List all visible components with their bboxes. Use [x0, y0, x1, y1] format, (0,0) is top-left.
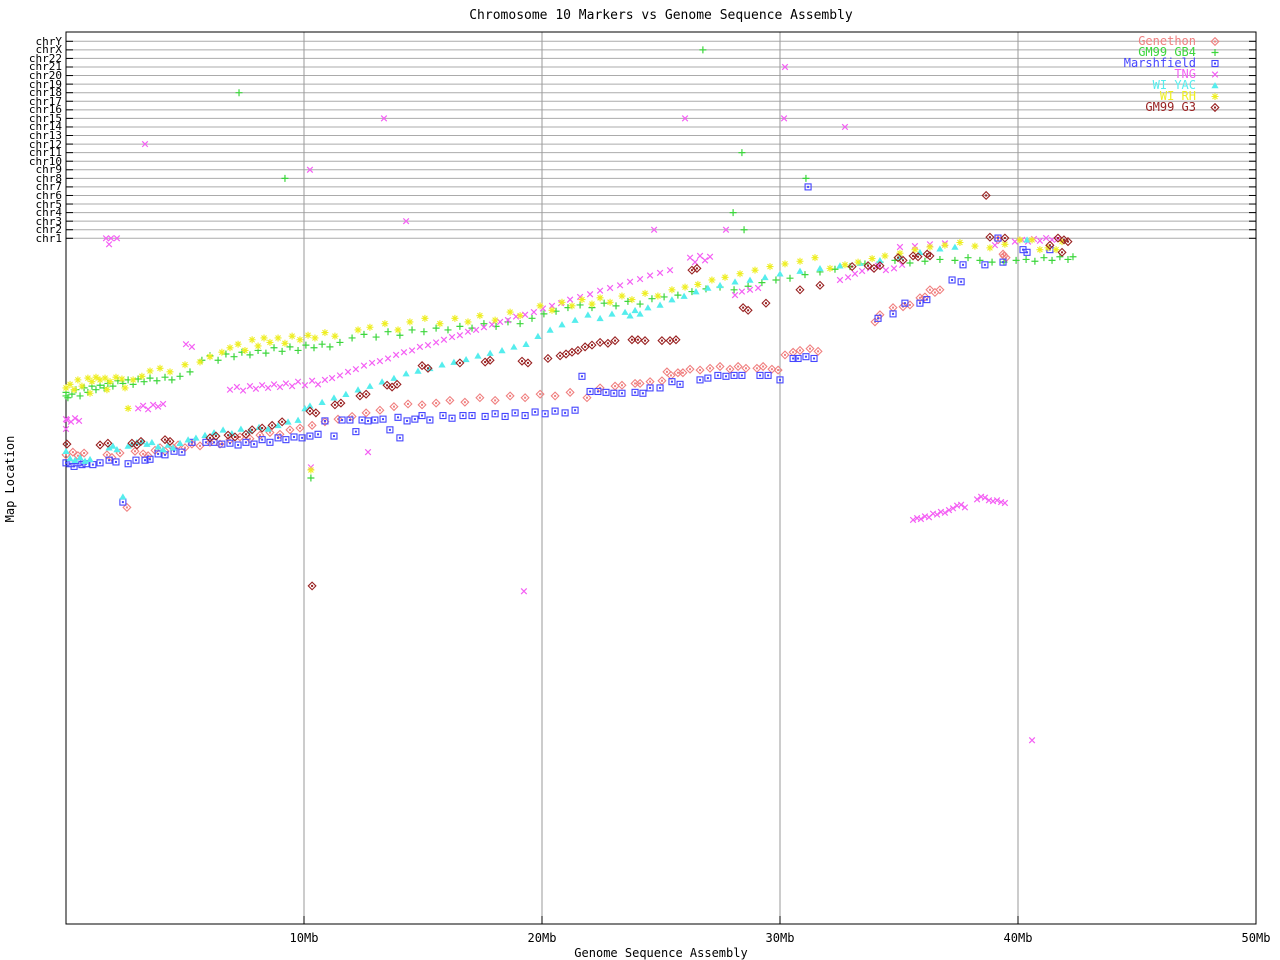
x-tick-label-10Mb: 10Mb — [289, 931, 319, 945]
series-gm99-gb4-points — [62, 46, 1077, 482]
legend-item-gm99-g3: GM99 G3 — [1124, 100, 1228, 114]
star-marker-icon — [1211, 93, 1219, 100]
x-tick-label-30Mb: 30Mb — [765, 931, 795, 945]
series-wi-rh-points — [62, 236, 1066, 474]
x-tick-label-20Mb: 20Mb — [527, 931, 557, 945]
mb-gridlines — [303, 32, 1257, 924]
cross-marker-icon — [1211, 71, 1219, 78]
legend: Genethon GM99 GB4 Marshfield TNG WI YAC WI RH… — [1124, 35, 1228, 114]
plot-border — [65, 31, 1257, 925]
chromosome-gridlines — [66, 40, 1256, 239]
legend-label: GM99 G3 — [1145, 100, 1196, 114]
diamond-marker-icon — [1210, 102, 1220, 113]
triangle-marker-icon — [1211, 82, 1219, 89]
plot-area — [61, 31, 1257, 925]
diamond-marker-icon — [1210, 36, 1220, 47]
series-genethon-points — [61, 235, 1011, 513]
chr-axis-label-chr1: chr1 — [35, 231, 63, 245]
series-tng-points — [62, 63, 1062, 744]
series-wi-yac-points — [62, 236, 1031, 500]
x-tick-label-40Mb: 40Mb — [1003, 931, 1033, 945]
plus-marker-icon — [1211, 49, 1219, 56]
square-marker-icon — [1211, 59, 1219, 68]
x-tick-label-50Mb: 50Mb — [1241, 931, 1271, 945]
series-marshfield-points — [62, 183, 1054, 506]
